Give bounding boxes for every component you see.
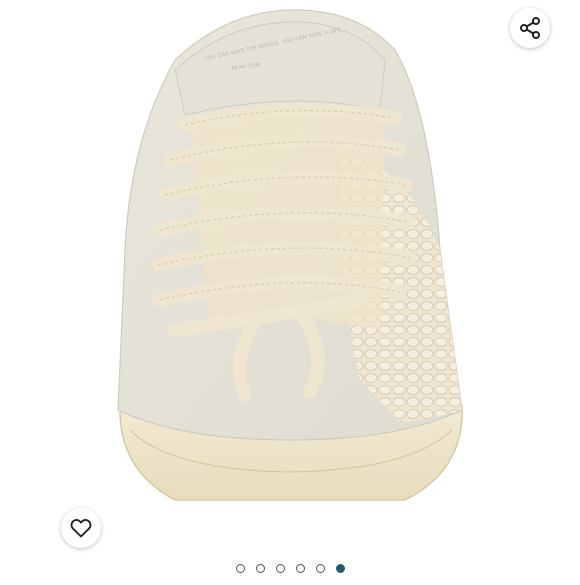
carousel-dot[interactable] [315,564,325,573]
carousel-indicator [0,564,580,573]
share-button[interactable] [510,8,550,48]
like-button[interactable] [61,508,101,548]
carousel-dot[interactable] [235,564,245,573]
carousel-dot[interactable] [295,564,305,573]
heart-outline-icon [70,518,92,538]
carousel-dot[interactable] [275,564,285,573]
product-photo: YOU CAN SAVE THE WORLD. YOU CAN SAVE A L… [0,0,580,580]
share-icon [520,17,540,39]
carousel-dot[interactable] [335,564,345,573]
carousel-dot[interactable] [255,564,265,573]
